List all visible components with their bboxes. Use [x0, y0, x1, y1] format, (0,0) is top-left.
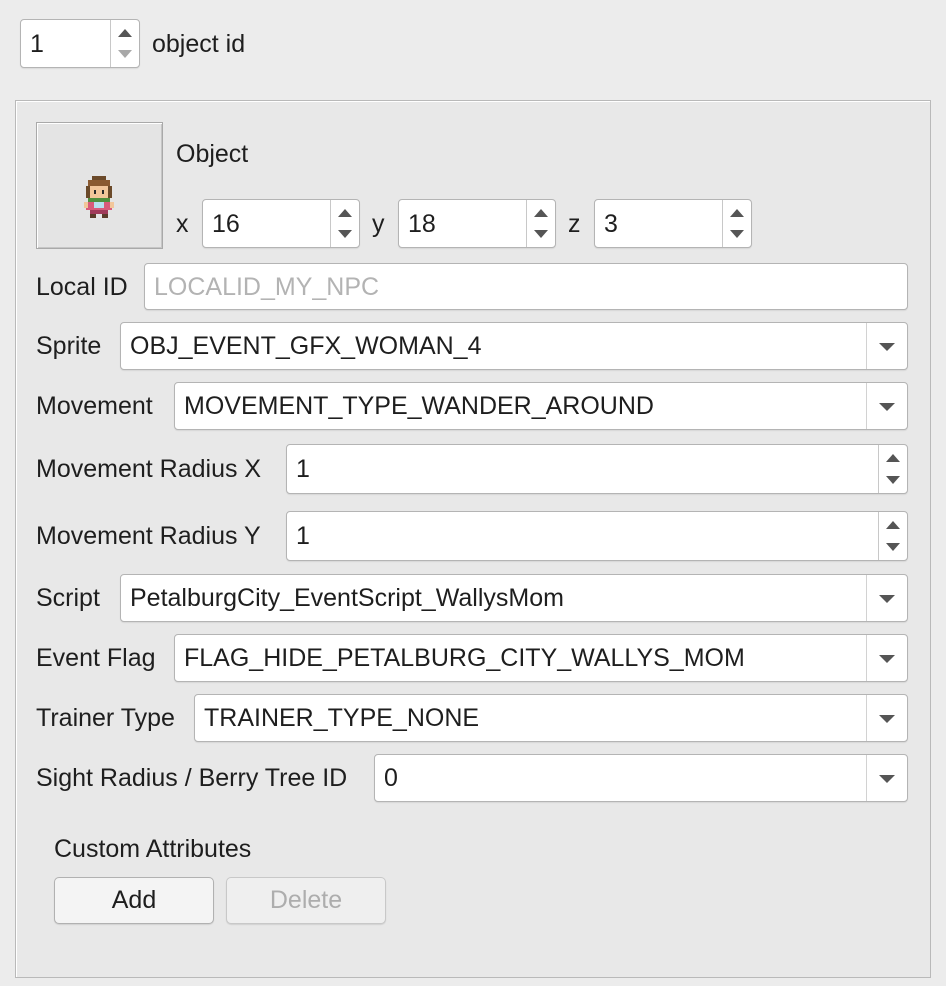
sight-radius-label: Sight Radius / Berry Tree ID [36, 764, 348, 792]
movement-dropdown-button[interactable] [866, 383, 907, 429]
npc-woman-sprite-icon [84, 176, 114, 218]
script-label: Script [36, 584, 100, 612]
chevron-down-icon [879, 595, 895, 603]
chevron-down-icon [879, 403, 895, 411]
movement-radius-y-label: Movement Radius Y [36, 522, 261, 550]
y-stepper[interactable] [526, 200, 555, 247]
stepper-up-icon[interactable] [886, 454, 900, 462]
movement-label: Movement [36, 392, 153, 420]
movement-radius-x-spinbox[interactable]: 1 [286, 444, 908, 494]
chevron-down-icon [879, 775, 895, 783]
object-id-bar: 1 object id [0, 0, 946, 82]
movement-radius-x-stepper[interactable] [878, 445, 907, 493]
event-flag-dropdown-button[interactable] [866, 635, 907, 681]
x-stepper[interactable] [330, 200, 359, 247]
y-value: 18 [408, 209, 436, 238]
x-label: x [176, 210, 189, 238]
event-flag-label: Event Flag [36, 644, 156, 672]
stepper-down-icon[interactable] [534, 230, 548, 238]
sprite-preview [36, 122, 163, 249]
stepper-up-icon[interactable] [886, 521, 900, 529]
z-stepper[interactable] [722, 200, 751, 247]
chevron-down-icon [879, 343, 895, 351]
z-spinbox[interactable]: 3 [594, 199, 752, 248]
object-id-value: 1 [30, 29, 44, 58]
x-value: 16 [212, 209, 240, 238]
stepper-down-icon[interactable] [886, 476, 900, 484]
trainer-type-dropdown-button[interactable] [866, 695, 907, 741]
x-spinbox[interactable]: 16 [202, 199, 360, 248]
movement-radius-x-label: Movement Radius X [36, 455, 262, 483]
sight-radius-dropdown-button[interactable] [866, 755, 907, 801]
trainer-type-dropdown[interactable]: TRAINER_TYPE_NONE [194, 694, 908, 742]
movement-radius-y-spinbox[interactable]: 1 [286, 511, 908, 561]
trainer-type-value: TRAINER_TYPE_NONE [204, 704, 480, 732]
z-value: 3 [604, 209, 618, 238]
sprite-value: OBJ_EVENT_GFX_WOMAN_4 [130, 332, 482, 360]
delete-attribute-button[interactable]: Delete [226, 877, 386, 924]
chevron-down-icon [879, 715, 895, 723]
movement-radius-x-value: 1 [296, 455, 310, 483]
chevron-down-icon [879, 655, 895, 663]
y-label: y [372, 210, 385, 238]
object-id-spinbox[interactable]: 1 [20, 19, 140, 68]
add-attribute-button[interactable]: Add [54, 877, 214, 924]
stepper-down-icon[interactable] [730, 230, 744, 238]
y-spinbox[interactable]: 18 [398, 199, 556, 248]
stepper-up-icon[interactable] [338, 209, 352, 217]
z-label: z [568, 210, 581, 238]
stepper-down-icon[interactable] [886, 543, 900, 551]
local-id-label: Local ID [36, 273, 128, 301]
script-value: PetalburgCity_EventScript_WallysMom [130, 584, 564, 612]
event-flag-value: FLAG_HIDE_PETALBURG_CITY_WALLYS_MOM [184, 644, 745, 672]
sight-radius-value: 0 [384, 764, 398, 792]
local-id-input[interactable]: LOCALID_MY_NPC [144, 263, 908, 310]
object-id-label: object id [152, 30, 246, 58]
object-id-stepper[interactable] [110, 20, 139, 67]
custom-attributes-heading: Custom Attributes [54, 835, 252, 863]
sprite-label: Sprite [36, 332, 102, 360]
movement-radius-y-value: 1 [296, 522, 310, 550]
stepper-up-icon[interactable] [534, 209, 548, 217]
stepper-up-icon[interactable] [730, 209, 744, 217]
stepper-down-icon[interactable] [338, 230, 352, 238]
sight-radius-dropdown[interactable]: 0 [374, 754, 908, 802]
script-dropdown-button[interactable] [866, 575, 907, 621]
sprite-dropdown-button[interactable] [866, 323, 907, 369]
stepper-up-icon[interactable] [118, 29, 132, 37]
movement-dropdown[interactable]: MOVEMENT_TYPE_WANDER_AROUND [174, 382, 908, 430]
trainer-type-label: Trainer Type [36, 704, 175, 732]
local-id-placeholder: LOCALID_MY_NPC [154, 272, 380, 301]
event-flag-dropdown[interactable]: FLAG_HIDE_PETALBURG_CITY_WALLYS_MOM [174, 634, 908, 682]
stepper-down-icon[interactable] [118, 50, 132, 58]
object-heading: Object [176, 140, 249, 168]
movement-value: MOVEMENT_TYPE_WANDER_AROUND [184, 392, 654, 420]
script-dropdown[interactable]: PetalburgCity_EventScript_WallysMom [120, 574, 908, 622]
sprite-dropdown[interactable]: OBJ_EVENT_GFX_WOMAN_4 [120, 322, 908, 370]
movement-radius-y-stepper[interactable] [878, 512, 907, 560]
